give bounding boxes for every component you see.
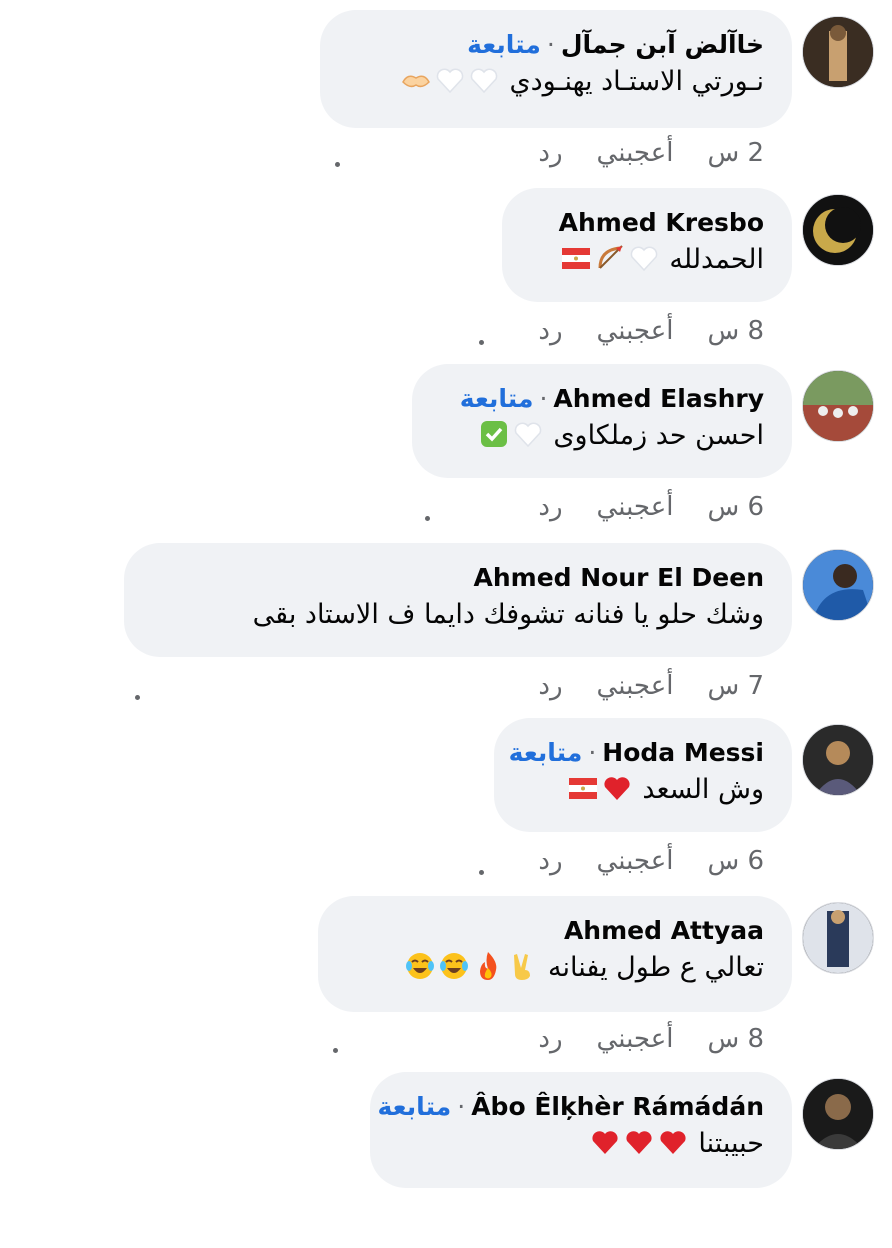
timestamp[interactable]: 8 س bbox=[707, 316, 764, 346]
comment-text: وشك حلو يا فنانه تشوفك دايما ف الاستاد ب… bbox=[252, 599, 764, 630]
comment: Ahmed Elashry·متابعة احسن حد زملكاوى 6 س… bbox=[0, 364, 892, 540]
like-button[interactable]: أعجبني bbox=[597, 846, 674, 876]
like-button[interactable]: أعجبني bbox=[597, 138, 674, 168]
comment-text: تعالي ع طول يفنانه bbox=[548, 952, 764, 983]
red-heart-icon bbox=[589, 1126, 621, 1158]
more-dot bbox=[479, 340, 484, 345]
comment-text: حبيبتنا bbox=[698, 1128, 764, 1159]
follow-link[interactable]: متابعة bbox=[460, 384, 534, 413]
comment-text: وش السعد bbox=[642, 774, 764, 805]
comment-author[interactable]: Ahmed Kresbo bbox=[559, 208, 764, 237]
timestamp[interactable]: 6 س bbox=[707, 492, 764, 522]
comment-bubble: Ahmed Kresbo الحمدلله bbox=[502, 188, 792, 302]
bow-arrow-icon bbox=[594, 242, 626, 274]
flag-egypt-icon bbox=[567, 772, 599, 804]
separator: · bbox=[588, 738, 597, 767]
reply-button[interactable]: رد bbox=[538, 316, 562, 346]
avatar[interactable] bbox=[802, 16, 874, 88]
comment-bubble: Hoda Messi·متابعة وش السعد bbox=[494, 718, 792, 832]
red-heart-icon bbox=[623, 1126, 655, 1158]
follow-link[interactable]: متابعة bbox=[509, 738, 583, 767]
comment: Hoda Messi·متابعة وش السعد 6 س أعجبني رد bbox=[0, 718, 892, 894]
timestamp[interactable]: 7 س bbox=[707, 671, 764, 701]
avatar[interactable] bbox=[802, 370, 874, 442]
white-heart-icon bbox=[468, 64, 500, 96]
comment-actions: 8 س أعجبني رد bbox=[538, 1024, 764, 1054]
comment-bubble: خاآلض آبن جمآل·متابعة نـورتي الاستـاد يه… bbox=[320, 10, 792, 128]
comment-bubble: Ahmed Elashry·متابعة احسن حد زملكاوى bbox=[412, 364, 792, 478]
separator: · bbox=[546, 30, 555, 59]
comment-text: نـورتي الاستـاد يهنـودي bbox=[509, 66, 764, 97]
reply-button[interactable]: رد bbox=[538, 846, 562, 876]
comment-author[interactable]: خاآلض آبن جمآل bbox=[561, 30, 764, 59]
like-button[interactable]: أعجبني bbox=[597, 1024, 674, 1054]
comment-actions: 7 س أعجبني رد bbox=[538, 671, 764, 701]
reply-button[interactable]: رد bbox=[538, 671, 562, 701]
victory-hand-icon bbox=[506, 950, 538, 982]
more-dot bbox=[479, 870, 484, 875]
comment-author[interactable]: Ahmed Attyaa bbox=[564, 916, 764, 945]
comment-author[interactable]: Ahmed Nour El Deen bbox=[474, 563, 765, 592]
comment-text: الحمدلله bbox=[669, 244, 764, 275]
red-heart-icon bbox=[657, 1126, 689, 1158]
follow-link[interactable]: متابعة bbox=[467, 30, 541, 59]
like-button[interactable]: أعجبني bbox=[597, 671, 674, 701]
avatar[interactable] bbox=[802, 902, 874, 974]
avatar[interactable] bbox=[802, 724, 874, 796]
comment-bubble: Ahmed Nour El Deen وشك حلو يا فنانه تشوف… bbox=[124, 543, 792, 657]
reply-button[interactable]: رد bbox=[538, 492, 562, 522]
comment: Ahmed Attyaa تعالي ع طول يفنانه 8 س أعجب… bbox=[0, 896, 892, 1072]
handshake-icon bbox=[400, 64, 432, 96]
reply-button[interactable]: رد bbox=[538, 1024, 562, 1054]
fire-icon bbox=[472, 950, 504, 982]
comment: Ahmed Nour El Deen وشك حلو يا فنانه تشوف… bbox=[0, 543, 892, 719]
comment-actions: 2 س أعجبني رد bbox=[538, 138, 764, 168]
white-heart-icon bbox=[628, 242, 660, 274]
comment-actions: 6 س أعجبني رد bbox=[538, 492, 764, 522]
avatar[interactable] bbox=[802, 549, 874, 621]
comment-author[interactable]: Ahmed Elashry bbox=[553, 384, 764, 413]
comment-bubble: Âbo Êlķhèr Rámádán·متابعة حبيبتنا bbox=[370, 1072, 792, 1188]
check-mark-icon bbox=[478, 418, 510, 450]
comment: Âbo Êlķhèr Rámádán·متابعة حبيبتنا bbox=[0, 1072, 892, 1248]
comment-actions: 8 س أعجبني رد bbox=[538, 316, 764, 346]
avatar[interactable] bbox=[802, 194, 874, 266]
more-dot bbox=[335, 162, 340, 167]
reply-button[interactable]: رد bbox=[538, 138, 562, 168]
timestamp[interactable]: 6 س bbox=[707, 846, 764, 876]
tears-of-joy-icon bbox=[438, 950, 470, 982]
timestamp[interactable]: 8 س bbox=[707, 1024, 764, 1054]
tears-of-joy-icon bbox=[404, 950, 436, 982]
comment-author[interactable]: Hoda Messi bbox=[602, 738, 764, 767]
white-heart-icon bbox=[512, 418, 544, 450]
timestamp[interactable]: 2 س bbox=[707, 138, 764, 168]
comment-actions: 6 س أعجبني رد bbox=[538, 846, 764, 876]
comment: خاآلض آبن جمآل·متابعة نـورتي الاستـاد يه… bbox=[0, 10, 892, 186]
white-heart-icon bbox=[434, 64, 466, 96]
flag-egypt-icon bbox=[560, 242, 592, 274]
comment-text: احسن حد زملكاوى bbox=[553, 420, 764, 451]
separator: · bbox=[539, 384, 548, 413]
follow-link[interactable]: متابعة bbox=[378, 1092, 452, 1121]
separator: · bbox=[457, 1092, 466, 1121]
avatar[interactable] bbox=[802, 1078, 874, 1150]
red-heart-icon bbox=[601, 772, 633, 804]
more-dot bbox=[425, 516, 430, 521]
more-dot bbox=[135, 695, 140, 700]
comment-bubble: Ahmed Attyaa تعالي ع طول يفنانه bbox=[318, 896, 792, 1012]
comment-author[interactable]: Âbo Êlķhèr Rámádán bbox=[471, 1092, 764, 1121]
comment: Ahmed Kresbo الحمدلله 8 س أعجبني رد bbox=[0, 188, 892, 364]
like-button[interactable]: أعجبني bbox=[597, 492, 674, 522]
like-button[interactable]: أعجبني bbox=[597, 316, 674, 346]
more-dot bbox=[333, 1048, 338, 1053]
